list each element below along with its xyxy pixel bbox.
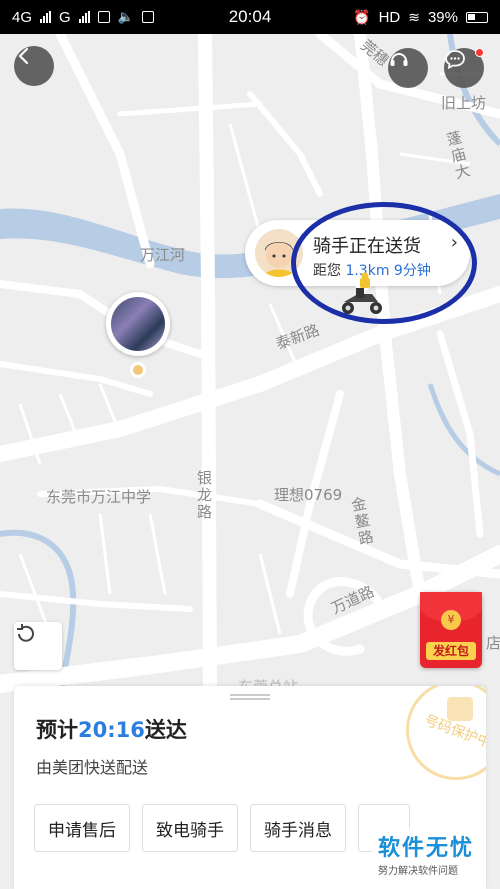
status-bar: 4G G 🔈 20:04 ⏰ HD ≋ 39% [0, 0, 500, 34]
red-packet-label: 发红包 [426, 642, 476, 660]
map-label-yinlong-road: 银龙路 [195, 470, 213, 521]
watermark-title: 软件无忧 [378, 836, 475, 861]
drag-handle[interactable] [230, 694, 270, 700]
wifi-icon: ≋ [408, 8, 420, 25]
user-location-pin [106, 292, 170, 356]
unread-dot [475, 48, 484, 57]
user-avatar-blurred [111, 297, 165, 351]
battery-percent: 39% [427, 8, 458, 26]
clock: 20:04 [228, 7, 272, 26]
delivery-eta: 预计20:16送达 [36, 714, 187, 744]
rider-scooter-icon [342, 272, 382, 314]
watermark: 软件无忧 努力解决软件问题 [372, 828, 481, 879]
message-button[interactable] [444, 48, 484, 88]
hd-badge: HD [378, 8, 401, 26]
chevron-left-icon [18, 47, 29, 65]
refresh-button[interactable] [14, 622, 62, 670]
call-rider-button[interactable]: 致电骑手 [142, 804, 238, 852]
rider-message-button[interactable]: 骑手消息 [250, 804, 346, 852]
eta-time: 20:16 [78, 718, 145, 742]
action-buttons: 申请售后 致电骑手 骑手消息 [34, 804, 410, 852]
red-packet-button[interactable]: ¥ 发红包 [420, 592, 482, 668]
delivery-carrier: 由美团快送配送 [36, 758, 149, 777]
chat-bubble-icon [445, 50, 465, 70]
customer-service-button[interactable] [388, 48, 428, 88]
alarm-icon: ⏰ [353, 8, 371, 25]
map-label-school: 东莞市万江中学 [46, 488, 152, 506]
network-type-label: 4G [12, 8, 33, 26]
watermark-subtitle: 努力解决软件问题 [378, 866, 458, 877]
coin-icon: ¥ [441, 610, 461, 630]
eta-prefix: 预计 [36, 718, 78, 742]
map-label-lixiang: 理想0769 [274, 486, 343, 504]
map-label-wanjiang-river: 万江河 [140, 246, 186, 264]
battery-icon [466, 11, 488, 23]
map-view[interactable]: 万江河 泰新路 银龙路 金鳌路 万道路 东莞市万江中学 理想0769 旧上坊 蓬… [0, 34, 500, 694]
map-label-jiushangfang: 旧上坊 [441, 94, 487, 112]
after-sales-button[interactable]: 申请售后 [34, 804, 130, 852]
network-type-label-2: G [59, 8, 71, 26]
back-button[interactable] [14, 46, 54, 86]
signal-strength-icon [40, 11, 52, 23]
app-notification-icon [141, 11, 154, 23]
user-location-dot [130, 362, 146, 378]
status-left: 4G G 🔈 [12, 9, 154, 26]
mute-icon: 🔈 [117, 9, 134, 24]
eta-suffix: 送达 [144, 718, 187, 742]
signal-strength-icon-2 [78, 11, 90, 23]
number-protection-stamp: 号码保护中 [406, 686, 486, 780]
notification-icon [97, 11, 110, 23]
map-label-dian: 店 [486, 634, 500, 652]
headset-icon [390, 53, 408, 66]
status-right: ⏰ HD ≋ 39% [353, 9, 488, 26]
refresh-icon [17, 624, 34, 642]
